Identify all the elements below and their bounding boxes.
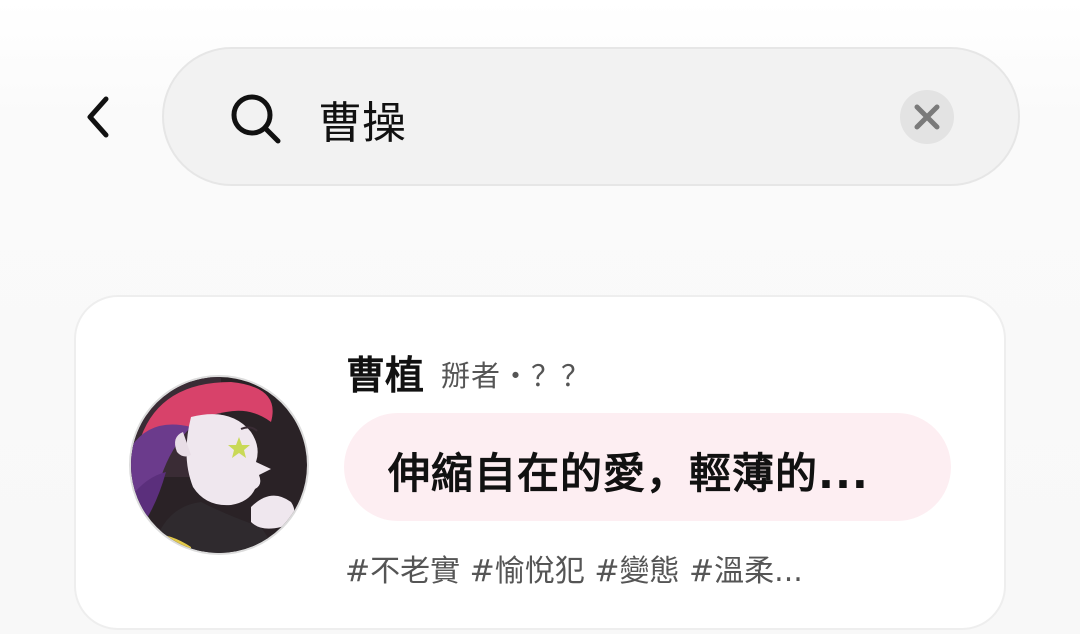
back-button[interactable] (70, 85, 126, 149)
chevron-left-icon (87, 96, 109, 138)
search-icon (231, 94, 281, 144)
search-input[interactable] (318, 88, 858, 150)
character-intro: 伸縮自在的愛，輕薄的... (388, 449, 869, 498)
character-name: 曹植 (346, 354, 425, 399)
character-meta: 掰者・？？ (441, 359, 592, 393)
character-tags: #不老實 #愉悅犯 #變態 #溫柔... (345, 554, 803, 589)
close-icon (914, 104, 940, 130)
avatar[interactable] (129, 375, 309, 555)
search-results-screen: 曹植 掰者・？？ 伸縮自在的愛，輕薄的... #不老實 #愉悅犯 #變態 #溫柔… (0, 0, 1080, 634)
clear-search-button[interactable] (900, 90, 954, 144)
